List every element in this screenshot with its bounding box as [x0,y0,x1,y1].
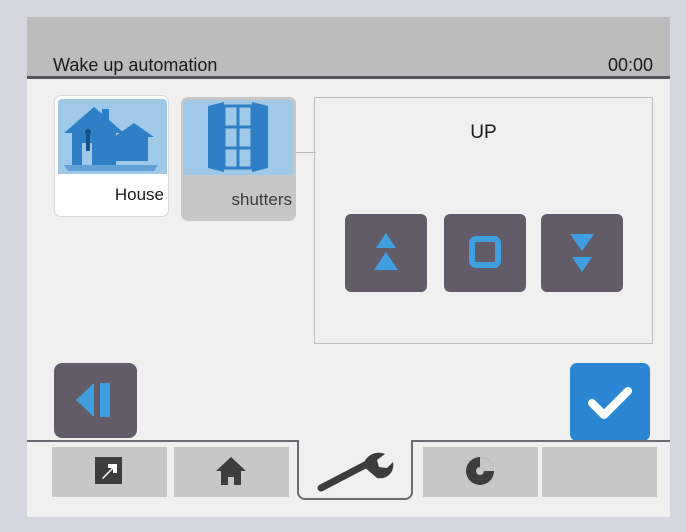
tab-empty[interactable] [542,447,657,497]
tile-house-label: House [114,185,164,204]
shutters-icon [184,100,293,175]
back-button[interactable] [54,363,137,438]
stop-button[interactable] [444,214,526,292]
clock-display: 00:00 [607,55,653,75]
tab-media[interactable] [423,447,538,497]
tab-home[interactable] [174,447,289,497]
checkmark-icon [588,387,632,419]
shutter-control-panel: UP [314,97,653,344]
screen: Wake up automation 00:00 House shutters … [27,17,670,517]
disc-icon [466,457,494,485]
connector-line [296,152,316,153]
tab-settings[interactable] [297,440,413,500]
title-bar: Wake up automation 00:00 [27,17,670,79]
tile-house[interactable]: House [54,95,169,217]
arrow-up-icon [374,233,398,270]
arrow-down-icon [570,234,594,272]
back-icon [76,383,110,417]
tab-shortcut[interactable] [52,447,167,497]
up-button[interactable] [345,214,427,292]
house-icon [58,99,167,174]
home-icon [216,457,246,485]
confirm-button[interactable] [570,363,650,441]
device-frame: Wake up automation 00:00 House shutters … [0,0,686,532]
diagonal-arrow-icon [95,457,122,484]
tile-shutters-label: shutters [231,190,292,209]
status-label: UP [470,122,497,143]
wrench-icon [317,452,394,492]
down-button[interactable] [541,214,623,292]
stop-icon [469,236,501,268]
tile-shutters[interactable]: shutters [181,97,296,221]
page-title: Wake up automation [53,55,218,75]
